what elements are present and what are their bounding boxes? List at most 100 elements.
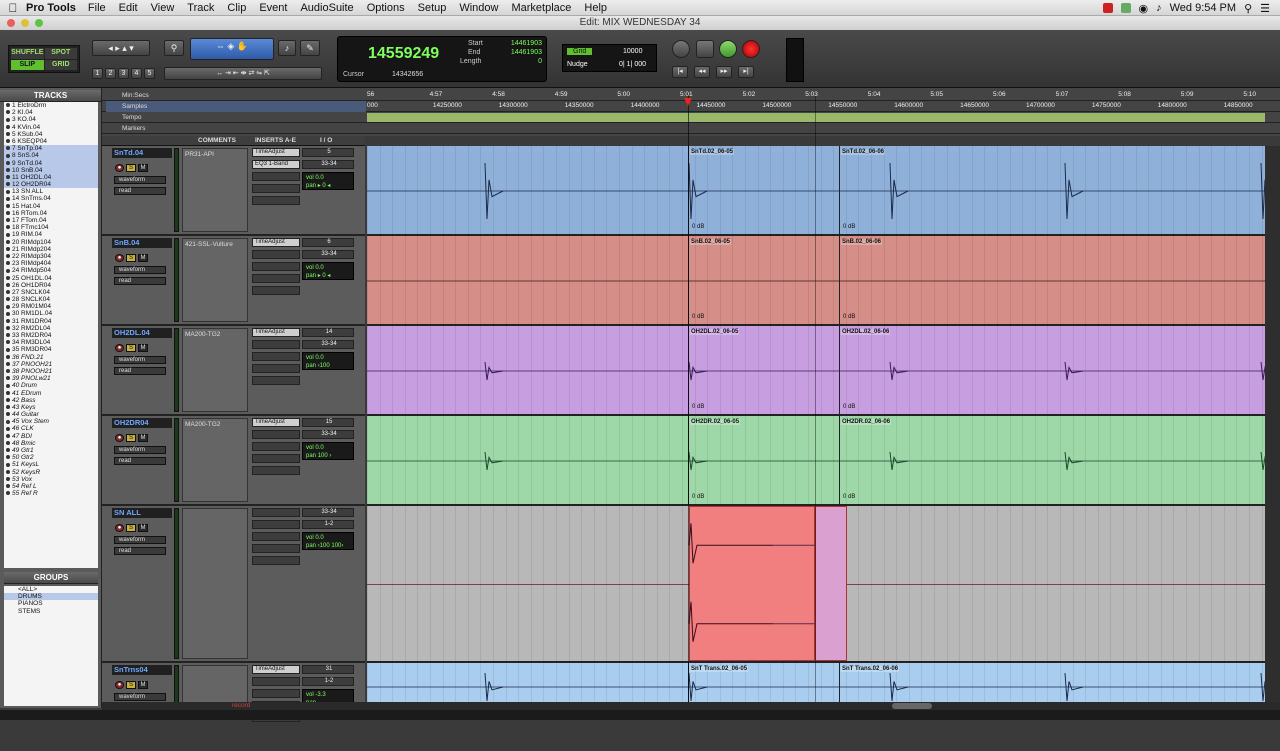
track-list-item[interactable]: 34 RM3DL04 — [4, 339, 98, 346]
track-list-item[interactable]: 31 RM1DR04 — [4, 318, 98, 325]
track-list-item[interactable]: 1 ElctroDrm — [4, 102, 98, 109]
record-enable-button[interactable]: ● — [115, 164, 124, 172]
comments-field[interactable] — [182, 665, 248, 707]
show-track-dot-icon[interactable] — [6, 247, 10, 252]
track-list-item[interactable]: 29 RM01M04 — [4, 303, 98, 310]
menu-view[interactable]: View — [151, 2, 175, 14]
show-track-dot-icon[interactable] — [6, 146, 10, 151]
mute-button[interactable]: M — [138, 434, 148, 442]
record-enable-button[interactable]: ● — [115, 681, 124, 689]
track-list-item[interactable]: 21 RIMdp204 — [4, 246, 98, 253]
show-track-dot-icon[interactable] — [6, 103, 10, 108]
track-list-item[interactable]: 2 KI.04 — [4, 109, 98, 116]
insert-slot[interactable] — [252, 520, 300, 529]
insert-slot[interactable] — [252, 508, 300, 517]
show-track-dot-icon[interactable] — [6, 175, 10, 180]
track-name[interactable]: SnTrns04 — [112, 665, 172, 675]
track-name[interactable]: SnB.04 — [112, 238, 172, 248]
automation-mode-selector[interactable]: read — [114, 277, 166, 285]
insert-slot[interactable]: TimeAdjust — [252, 418, 300, 427]
insert-slot[interactable] — [252, 172, 300, 181]
show-track-dot-icon[interactable] — [6, 254, 10, 259]
solo-button[interactable]: S — [126, 681, 136, 689]
track-list-item[interactable]: 27 SNCLK04 — [4, 289, 98, 296]
output-selector[interactable]: 33-34 — [302, 160, 354, 169]
menu-clip[interactable]: Clip — [227, 2, 246, 14]
show-track-dot-icon[interactable] — [6, 110, 10, 115]
track-lane[interactable]: SnT Trans.02_06-05 SnT Trans.02_06-06 — [367, 663, 1265, 702]
mute-button[interactable]: M — [138, 681, 148, 689]
track-list-item[interactable]: 38 PNOOH21 — [4, 368, 98, 375]
mute-button[interactable]: M — [138, 344, 148, 352]
clip-name[interactable]: OH2DL.02_06-06 — [841, 329, 891, 335]
clip-name[interactable]: SnB.02_06-06 — [841, 239, 883, 245]
track-list-item[interactable]: 23 RIMdp404 — [4, 260, 98, 267]
track-lane[interactable]: SnTd.02_06-05 0 dB SnTd.02_06-06 0 dB — [367, 146, 1265, 236]
clip-gain[interactable]: 0 dB — [692, 314, 704, 320]
track-view-selector[interactable]: waveform — [114, 176, 166, 184]
search-icon[interactable]: ⚲ — [1244, 2, 1252, 15]
show-track-dot-icon[interactable] — [6, 326, 10, 331]
menu-file[interactable]: File — [88, 2, 106, 14]
automation-mode-selector[interactable]: read — [114, 187, 166, 195]
edit-playlist-area[interactable]: SnTd.02_06-05 0 dB SnTd.02_06-06 0 dB SnB.02… — [367, 146, 1265, 702]
track-list-item[interactable]: 46 CLK — [4, 425, 98, 432]
end-button[interactable]: ▸| — [738, 66, 754, 78]
insert-slot[interactable] — [252, 184, 300, 193]
zoomer-tool-icon[interactable]: ⚲ — [164, 40, 184, 56]
track-list-item[interactable]: 37 PNOOH21 — [4, 361, 98, 368]
insert-slot[interactable] — [252, 442, 300, 451]
mode-slip[interactable]: SLIP — [11, 59, 44, 70]
track-list-item[interactable]: 10 SnB.04 — [4, 166, 98, 174]
nudge-label[interactable]: Nudge — [567, 61, 588, 68]
track-list-item[interactable]: 9 SnTd.04 — [4, 159, 98, 167]
comments-field[interactable]: MA200-TG2 — [182, 418, 248, 502]
clip-name[interactable]: SnT Trans.02_06-05 — [690, 666, 749, 672]
show-track-dot-icon[interactable] — [6, 390, 10, 395]
pencil-tool-icon[interactable]: ✎ — [300, 40, 320, 56]
clip-gain[interactable]: 0 dB — [692, 224, 704, 230]
input-selector[interactable]: 14 — [302, 328, 354, 337]
insert-slot[interactable] — [252, 274, 300, 283]
volume-pan-display[interactable]: vol 0.0 pan ‹100 — [302, 352, 354, 370]
track-lane[interactable]: OH2DL.02_06-05 0 dB OH2DL.02_06-06 0 dB — [367, 326, 1265, 416]
online-button[interactable] — [672, 40, 690, 58]
show-track-dot-icon[interactable] — [6, 203, 10, 208]
show-track-dot-icon[interactable] — [6, 484, 10, 489]
show-track-dot-icon[interactable] — [6, 462, 10, 467]
menu-event[interactable]: Event — [259, 2, 287, 14]
tempo-ruler[interactable]: Tempo — [102, 112, 1280, 123]
track-list-item[interactable]: 19 RIM.04 — [4, 231, 98, 238]
track-view-selector[interactable]: waveform — [114, 446, 166, 454]
track-list-item[interactable]: 20 RIMdp104 — [4, 239, 98, 246]
track-list-item[interactable]: 33 RM2DR04 — [4, 332, 98, 339]
insert-slot[interactable] — [252, 430, 300, 439]
insert-slot[interactable] — [252, 250, 300, 259]
end-value[interactable]: 14461903 — [502, 49, 542, 56]
menu-window[interactable]: Window — [459, 2, 498, 14]
grid-label[interactable]: Grid — [567, 48, 593, 55]
mute-button[interactable]: M — [138, 524, 148, 532]
track-list-item[interactable]: 6 KSEQP04 — [4, 138, 98, 145]
automation-mode-selector[interactable]: read — [114, 457, 166, 465]
track-list-item[interactable]: 5 KSub.04 — [4, 131, 98, 138]
track-list-item[interactable]: 52 KeysR — [4, 469, 98, 476]
insert-slot[interactable] — [252, 454, 300, 463]
automation-mode-selector[interactable]: read — [114, 367, 166, 375]
record-button[interactable] — [742, 40, 760, 58]
menu-list-icon[interactable]: ☰ — [1260, 2, 1270, 15]
insert-slot[interactable] — [252, 544, 300, 553]
show-track-dot-icon[interactable] — [6, 182, 10, 187]
rtz-button[interactable]: |◂ — [672, 66, 688, 78]
play-button[interactable] — [719, 40, 737, 58]
mode-spot[interactable]: SPOT — [44, 48, 77, 59]
show-track-dot-icon[interactable] — [6, 117, 10, 122]
show-track-dot-icon[interactable] — [6, 290, 10, 295]
insert-slot[interactable]: TimeAdjust — [252, 238, 300, 247]
menu-edit[interactable]: Edit — [119, 2, 138, 14]
record-enable-button[interactable]: ● — [115, 344, 124, 352]
output-selector[interactable]: 33-34 — [302, 430, 354, 439]
nudge-value[interactable]: 0| 1| 000 — [619, 61, 646, 68]
track-view-selector[interactable]: waveform — [114, 266, 166, 274]
insert-slot[interactable] — [252, 262, 300, 271]
